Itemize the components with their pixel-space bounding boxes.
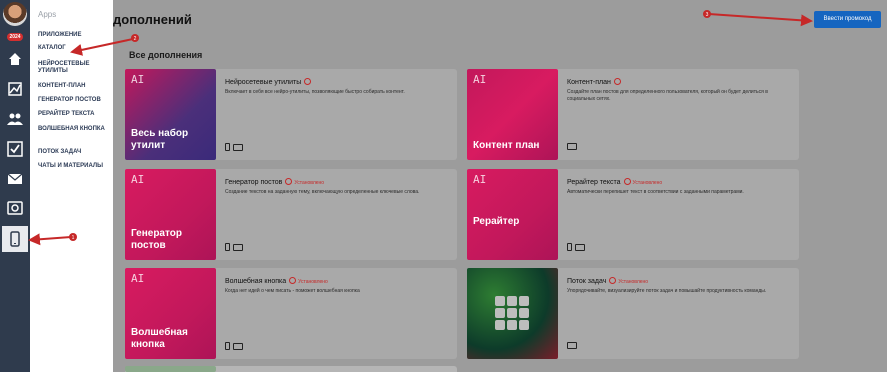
installed-label: Установлено bbox=[294, 180, 325, 186]
installed-label: Установлено bbox=[618, 279, 649, 285]
thumbnail-caption: Волшебная кнопка bbox=[131, 327, 188, 350]
nav-item-task-flow[interactable]: ПОТОК ЗАДАЧ bbox=[38, 149, 110, 156]
phone-icon bbox=[567, 243, 572, 251]
installed-check-icon bbox=[304, 78, 312, 85]
tablet-icon bbox=[233, 144, 243, 151]
addon-thumbnail: AI Контент план bbox=[467, 69, 558, 160]
addon-description: Когда нет идей о чем писать - поможет во… bbox=[225, 288, 360, 294]
addon-thumbnail: AI Рерайтер bbox=[467, 169, 558, 260]
addon-card-task-flow[interactable]: Поток задач Установлено Упорядочивайте, в… bbox=[467, 268, 799, 359]
users-icon[interactable] bbox=[6, 110, 24, 128]
tablet-icon bbox=[567, 342, 577, 349]
year-badge: 2024 bbox=[7, 33, 23, 41]
nav-item-rewriter[interactable]: РЕРАЙТЕР ТЕКСТА bbox=[38, 111, 110, 118]
device-icons bbox=[225, 342, 243, 350]
avatar[interactable] bbox=[3, 2, 27, 26]
mobile-apps-icon[interactable] bbox=[2, 226, 28, 252]
chart-icon[interactable] bbox=[6, 80, 24, 98]
nav-item-app[interactable]: ПРИЛОЖЕНИЕ bbox=[38, 32, 110, 39]
section-title: Все дополнения bbox=[129, 50, 203, 60]
main-content: дополнений Ввести промокод Все дополнени… bbox=[113, 0, 887, 372]
enter-promo-button[interactable]: Ввести промокод bbox=[814, 11, 881, 28]
ai-label: AI bbox=[473, 173, 487, 186]
device-icons bbox=[567, 243, 585, 251]
thumbnail-caption: Рерайтер bbox=[473, 216, 520, 227]
device-icons bbox=[567, 342, 577, 349]
installed-check-icon bbox=[613, 78, 621, 85]
phone-icon bbox=[225, 143, 230, 151]
addon-card-content-plan[interactable]: AI Контент план Контент-план Создайте пл… bbox=[467, 69, 799, 160]
camera-icon[interactable] bbox=[6, 199, 24, 217]
addon-description: Упорядочивайте, визуализируйте поток зад… bbox=[567, 288, 767, 294]
tablet-icon bbox=[233, 343, 243, 350]
device-icons bbox=[225, 243, 243, 251]
nav-item-catalog[interactable]: КАТАЛОГ bbox=[38, 45, 110, 52]
mail-icon[interactable] bbox=[6, 170, 24, 188]
addon-title: Волшебная кнопка Установлено bbox=[225, 277, 328, 285]
nav-item-chats[interactable]: ЧАТЫ И МАТЕРИАЛЫ bbox=[38, 163, 110, 170]
nav-item-neural-utils[interactable]: НЕЙРОСЕТЕВЫЕ УТИЛИТЫ bbox=[38, 61, 110, 75]
tablet-icon bbox=[233, 244, 243, 251]
phone-icon bbox=[225, 243, 230, 251]
addon-thumbnail bbox=[467, 268, 558, 359]
addon-thumbnail bbox=[125, 366, 216, 372]
addon-title: Генератор постов Установлено bbox=[225, 178, 325, 186]
task-flow-logo bbox=[495, 296, 529, 330]
nav-item-magic-button[interactable]: ВОЛШЕБНАЯ КНОПКА bbox=[38, 126, 110, 133]
addon-card-post-generator[interactable]: AI Генератор постов Генератор постов Уста… bbox=[125, 169, 457, 260]
checkbox-icon[interactable] bbox=[6, 140, 24, 158]
addon-description: Создание текстов на заданную тему, включ… bbox=[225, 189, 420, 195]
addon-card-neural-utils[interactable]: AI Весь набор утилит Нейросетевые утилит… bbox=[125, 69, 457, 160]
apps-panel: Apps ПРИЛОЖЕНИЕ КАТАЛОГ НЕЙРОСЕТЕВЫЕ УТИ… bbox=[30, 0, 113, 372]
page-title: дополнений bbox=[113, 12, 192, 27]
addon-description: Создайте план постов для определенного п… bbox=[567, 89, 768, 102]
installed-label: Установлено bbox=[632, 180, 663, 186]
ai-label: AI bbox=[131, 73, 145, 86]
addon-description: Включает в себя все нейро-утилиты, позво… bbox=[225, 89, 405, 95]
icon-rail: 2024 bbox=[0, 0, 30, 372]
addon-card-partial bbox=[125, 366, 457, 372]
addon-title: Контент-план bbox=[567, 78, 621, 86]
addon-title: Рерайтер текста Установлено bbox=[567, 178, 663, 186]
device-icons bbox=[567, 143, 577, 150]
apps-title: Apps bbox=[38, 10, 57, 19]
installed-check-icon bbox=[623, 178, 631, 185]
addon-thumbnail: AI Волшебная кнопка bbox=[125, 268, 216, 359]
addon-thumbnail: AI Весь набор утилит bbox=[125, 69, 216, 160]
nav-item-post-generator[interactable]: ГЕНЕРАТОР ПОСТОВ bbox=[38, 97, 110, 104]
device-icons bbox=[225, 143, 243, 151]
installed-check-icon bbox=[285, 178, 293, 185]
addon-title: Поток задач Установлено bbox=[567, 277, 649, 285]
addon-description: Автоматически перепишет текст в соответс… bbox=[567, 189, 744, 195]
installed-check-icon bbox=[609, 277, 617, 284]
ai-label: AI bbox=[473, 73, 487, 86]
installed-label: Установлено bbox=[298, 279, 328, 285]
tablet-icon bbox=[575, 244, 585, 251]
addon-card-rewriter[interactable]: AI Рерайтер Рерайтер текста Установлено А… bbox=[467, 169, 799, 260]
home-icon[interactable] bbox=[6, 50, 24, 68]
addon-thumbnail: AI Генератор постов bbox=[125, 169, 216, 260]
nav-item-content-plan[interactable]: КОНТЕНТ-ПЛАН bbox=[38, 83, 110, 90]
tablet-icon bbox=[567, 143, 577, 150]
installed-check-icon bbox=[289, 277, 297, 284]
phone-icon bbox=[225, 342, 230, 350]
ai-label: AI bbox=[131, 173, 145, 186]
addon-card-magic-button[interactable]: AI Волшебная кнопка Волшебная кнопка Уста… bbox=[125, 268, 457, 359]
thumbnail-caption: Весь набор утилит bbox=[131, 128, 189, 151]
thumbnail-caption: Контент план bbox=[473, 140, 540, 151]
addon-title: Нейросетевые утилиты bbox=[225, 78, 312, 86]
thumbnail-caption: Генератор постов bbox=[131, 228, 182, 251]
ai-label: AI bbox=[131, 272, 145, 285]
